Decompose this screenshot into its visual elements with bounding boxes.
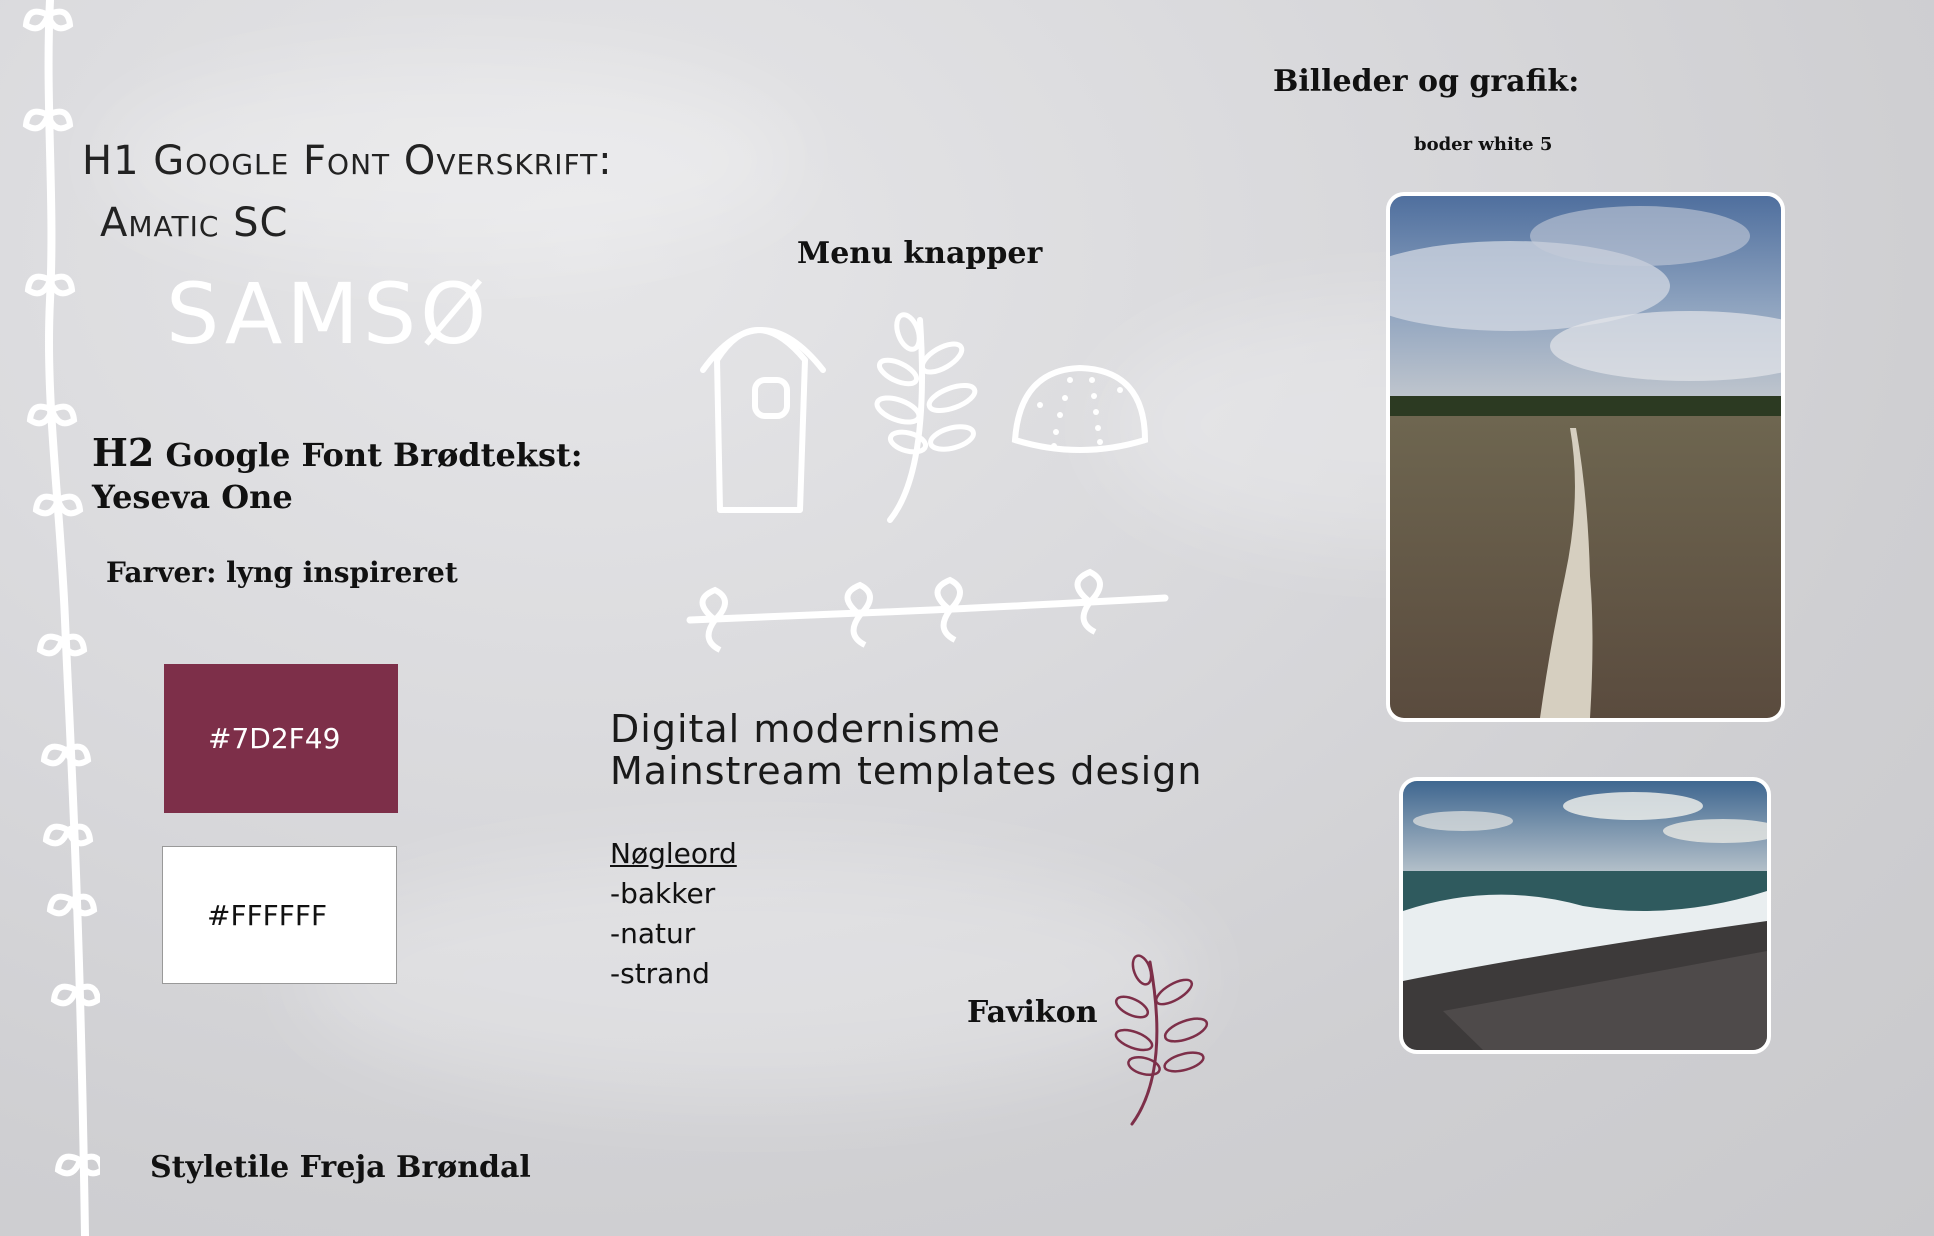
colors-title: Farver: lyng inspireret: [106, 556, 458, 589]
h1-label: H1 Google Font Overskrift:: [82, 138, 613, 184]
sample-word: Samsø: [166, 265, 491, 363]
vine-border-icon: [22, 0, 100, 1236]
style-line-2: Mainstream templates design: [610, 749, 1203, 793]
shell-icon[interactable]: [1010, 360, 1150, 460]
menu-title: Menu knapper: [797, 236, 1043, 271]
favicon-label: Favikon: [967, 995, 1098, 1030]
h1-font-name: Amatic SC: [100, 200, 289, 246]
keyword-item: -bakker: [610, 877, 716, 910]
h2-font-name: Yeseva One: [92, 478, 293, 516]
keyword-item: -natur: [610, 917, 696, 950]
swatch-white: #FFFFFF: [162, 846, 397, 984]
keyword-item: -strand: [610, 957, 710, 990]
swatch-white-label: #FFFFFF: [207, 898, 328, 932]
leaf-sprig-icon[interactable]: [870, 310, 985, 525]
images-title: Billeder og grafik:: [1273, 64, 1580, 99]
beach-waves-photo: [1399, 777, 1771, 1054]
vine-divider-icon[interactable]: [685, 560, 1170, 655]
footer-credit: Styletile Freja Brøndal: [150, 1150, 531, 1185]
border-caption: boder white 5: [1414, 134, 1553, 155]
keywords-block: Nøgleord -bakker -natur -strand: [610, 834, 737, 994]
style-line-1: Digital modernisme: [610, 707, 1001, 751]
swatch-plum-label: #7D2F49: [208, 722, 341, 755]
h2-description: Google Font Brødtekst:: [165, 436, 583, 474]
favicon-leaf-icon: [1114, 954, 1209, 1126]
h2-label: H2 Google Font Brødtekst: Yeseva One: [92, 432, 583, 518]
keywords-title: Nøgleord: [610, 837, 737, 870]
hut-icon[interactable]: [695, 310, 830, 520]
h2-prefix: H2: [92, 430, 155, 475]
heath-path-photo: [1386, 192, 1785, 722]
swatch-plum: #7D2F49: [164, 664, 398, 813]
